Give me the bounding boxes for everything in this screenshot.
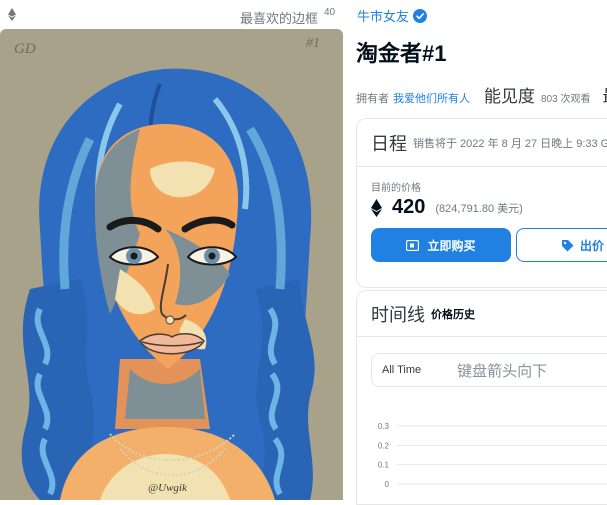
item-details: 牛市女友 淘金者#1 拥有者 我爱他们所有人 能见度 803 次观看 最 日程 … bbox=[356, 0, 607, 505]
price-history-header[interactable]: 时间线 价格历史 bbox=[357, 291, 607, 337]
make-offer-button[interactable]: 出价 bbox=[516, 228, 607, 262]
price-row: 420 (824,791.80 美元) bbox=[371, 196, 523, 219]
collection-name[interactable]: 牛市女友 bbox=[357, 6, 409, 25]
history-subheading: 价格历史 bbox=[431, 308, 475, 321]
make-offer-label: 出价 bbox=[580, 238, 605, 253]
price-usd: (824,791.80 美元) bbox=[435, 202, 523, 215]
y-tick-label: 0 bbox=[385, 480, 390, 489]
views-label: 能见度 bbox=[484, 87, 535, 106]
favorite-label[interactable]: 最喜欢的边框 bbox=[240, 8, 318, 27]
price-value: 420 bbox=[392, 196, 426, 218]
sale-panel: 日程 销售将于 2022 年 8 月 27 日晚上 9:33 GM 目前的价格 … bbox=[356, 118, 607, 288]
price-history-chart: 0.3 0.2 0.1 0 bbox=[378, 422, 607, 489]
collection-link[interactable]: 牛市女友 bbox=[357, 6, 428, 25]
owner-link[interactable]: 我爱他们所有人 bbox=[393, 90, 470, 106]
views-count: 803 次观看 bbox=[541, 94, 591, 105]
price-history-panel: 时间线 价格历史 All Time 键盘箭头向下 0.3 0.2 0.1 0 bbox=[356, 290, 607, 505]
y-tick-label: 0.1 bbox=[378, 461, 390, 470]
buy-now-button[interactable]: 立即购买 bbox=[371, 228, 511, 262]
ethereum-icon bbox=[8, 8, 16, 21]
sale-panel-header: 日程 销售将于 2022 年 8 月 27 日晚上 9:33 GM bbox=[357, 119, 607, 167]
sale-heading: 日程 bbox=[371, 133, 407, 154]
verified-badge-icon bbox=[413, 8, 428, 23]
time-range-select[interactable]: All Time 键盘箭头向下 bbox=[371, 353, 607, 387]
time-range-hint: 键盘箭头向下 bbox=[457, 362, 548, 380]
artwork-image[interactable]: GD #1 @Uwgik bbox=[0, 29, 343, 500]
buy-now-label: 立即购买 bbox=[427, 238, 476, 253]
y-tick-label: 0.2 bbox=[378, 441, 390, 450]
item-title: 淘金者#1 bbox=[356, 41, 447, 66]
favorite-count: 40 bbox=[324, 7, 336, 18]
favorites-label-cut: 最 bbox=[602, 82, 607, 107]
signature-right: #1 bbox=[306, 36, 320, 51]
wallet-icon bbox=[406, 239, 420, 251]
artwork-card-header: 最喜欢的边框 40 bbox=[0, 0, 349, 30]
ethereum-icon bbox=[371, 198, 382, 217]
current-price-label: 目前的价格 bbox=[371, 183, 421, 194]
signature-left: GD bbox=[14, 41, 36, 57]
sale-end-text: 销售将于 2022 年 8 月 27 日晚上 9:33 GM bbox=[413, 137, 607, 150]
item-meta-row: 拥有者 我爱他们所有人 能见度 803 次观看 最 bbox=[356, 82, 607, 107]
history-heading: 时间线 bbox=[371, 304, 425, 325]
artwork-card: 最喜欢的边框 40 GD #1 @Uwgik bbox=[0, 0, 349, 500]
y-tick-label: 0.3 bbox=[378, 422, 390, 431]
time-range-value: All Time bbox=[382, 364, 422, 376]
tag-icon bbox=[562, 239, 574, 251]
owner-label: 拥有者 bbox=[356, 93, 389, 105]
signature-bottom: @Uwgik bbox=[148, 482, 188, 494]
